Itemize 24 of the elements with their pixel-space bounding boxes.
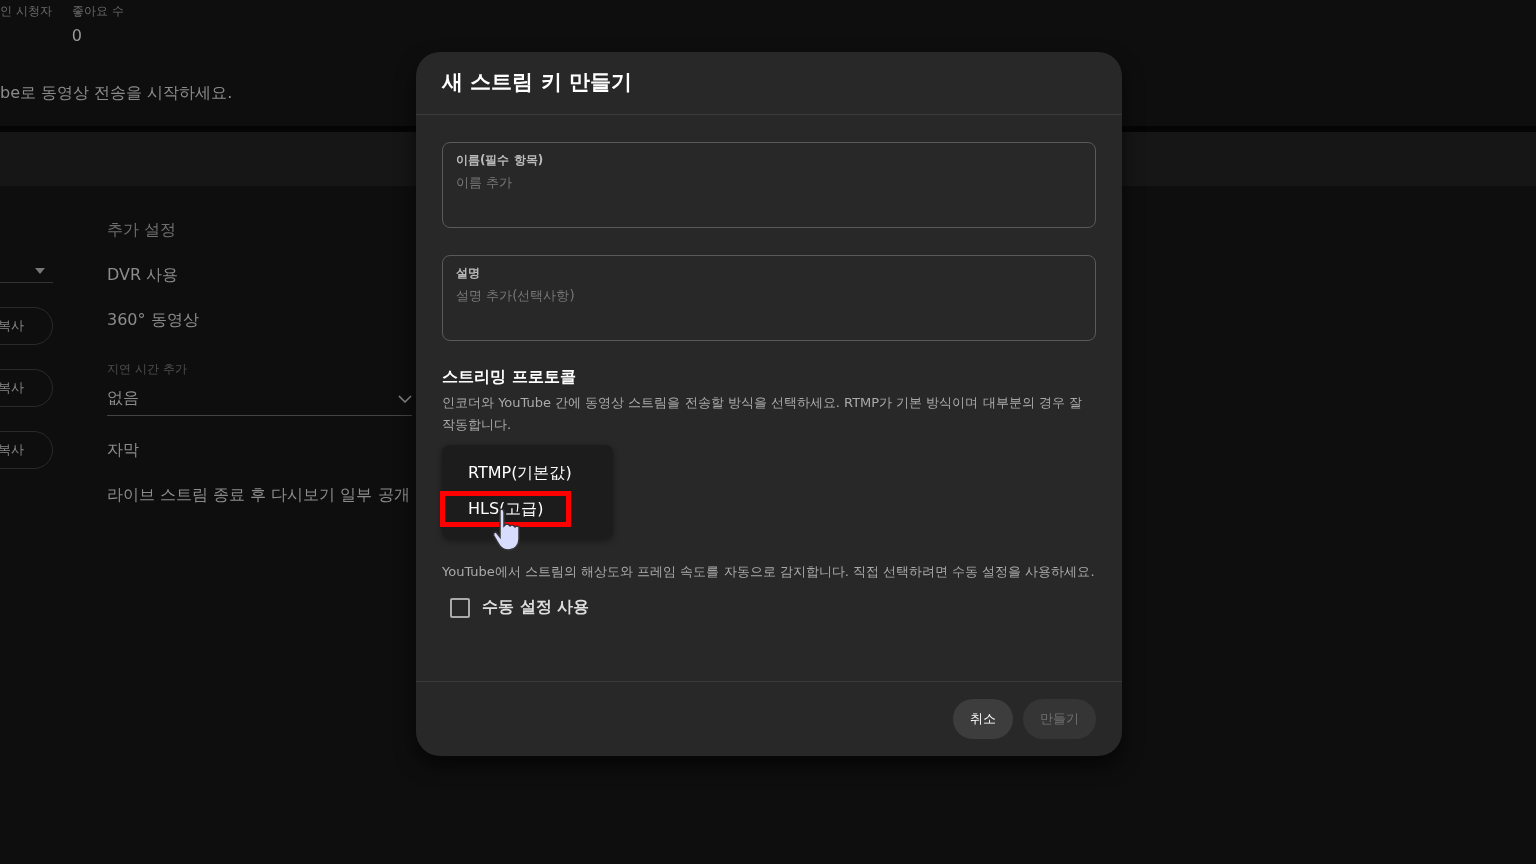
setting-label: 라이브 스트림 종료 후 다시보기 일부 공개 (107, 485, 411, 506)
dialog-title: 새 스트림 키 만들기 (442, 69, 633, 96)
delay-select[interactable]: 없음 (107, 384, 412, 416)
field-label: 이름(필수 항목) (456, 152, 545, 169)
stat-value: 0 (71, 26, 83, 45)
checkbox[interactable] (450, 597, 470, 618)
setting-label: 360° 동영상 (107, 310, 200, 331)
stat-label: 좋아요 수 (71, 3, 124, 20)
stat-label: 인 시청자 (0, 3, 52, 20)
field-label: 설명 (456, 265, 481, 282)
cancel-button[interactable]: 취소 (953, 699, 1013, 739)
setting-label: 자막 (107, 440, 140, 461)
section-description: 인코더와 YouTube 간에 동영상 스트림을 전송할 방식을 선택하세요. RTMP가 기본 방식이며 대부분의 경우 잘 작동합니다. (442, 394, 1083, 434)
checkbox-label: 수동 설정 사용 (482, 597, 590, 618)
section-title: 스트리밍 프로토콜 (442, 367, 577, 388)
field-label: 지연 시간 추가 (107, 361, 188, 378)
text-input[interactable]: 설명 추가(선택사항) (456, 288, 1082, 303)
setting-label: DVR 사용 (107, 265, 180, 286)
menu-option[interactable]: RTMP(기본값) (442, 455, 613, 491)
section-heading: 추가 설정 (107, 220, 178, 241)
chevron-down-icon (398, 394, 412, 403)
dropdown-caret-icon (35, 268, 45, 274)
section-description: YouTube에서 스트림의 해상도와 프레임 속도를 자동으로 감지합니다. 직접 선택하려면 수동 설정을 사용하세요. (442, 563, 1096, 581)
text-input[interactable]: 이름 추가 (456, 175, 1082, 190)
